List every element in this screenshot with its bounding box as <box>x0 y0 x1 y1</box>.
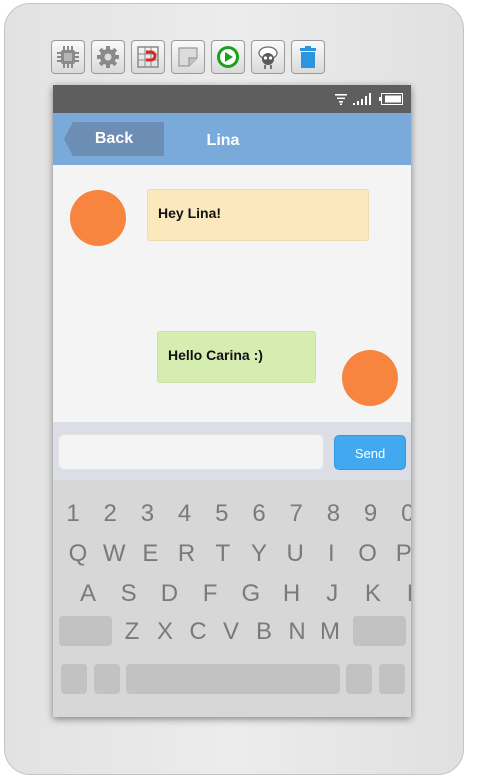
key-a[interactable]: A <box>73 580 103 608</box>
backspace-key[interactable] <box>353 616 406 646</box>
chip-icon[interactable] <box>51 40 85 74</box>
gear-icon[interactable] <box>91 40 125 74</box>
key-r[interactable]: R <box>172 540 202 568</box>
wifi-icon <box>335 92 347 110</box>
keyboard-row-numbers: 1234567890 <box>53 500 411 528</box>
symbols-key[interactable] <box>61 664 87 694</box>
keyboard: 1234567890 QWERTYUIOP ASDFGHJKL ZXCVBNM <box>53 480 411 717</box>
key-y[interactable]: Y <box>244 540 274 568</box>
message-text: Hey Lina! <box>158 205 222 221</box>
key-g[interactable]: G <box>236 580 266 608</box>
composer-bar: Send <box>53 422 411 480</box>
trash-icon[interactable] <box>291 40 325 74</box>
key-k[interactable]: K <box>358 580 388 608</box>
key-q[interactable]: Q <box>63 540 93 568</box>
key-t[interactable]: T <box>208 540 238 568</box>
back-button-label: Back <box>94 130 134 147</box>
key-j[interactable]: J <box>317 580 347 608</box>
back-button[interactable]: Back <box>64 122 164 156</box>
key-9[interactable]: 9 <box>356 500 386 528</box>
key-f[interactable]: F <box>195 580 225 608</box>
key-v[interactable]: V <box>216 618 246 646</box>
signal-icon <box>353 92 373 110</box>
key-s[interactable]: S <box>114 580 144 608</box>
key-z[interactable]: Z <box>117 618 147 646</box>
key-c[interactable]: C <box>183 618 213 646</box>
message-outgoing: Hello Carina :) <box>157 331 316 383</box>
message-text: Hello Carina :) <box>168 347 263 363</box>
key-l[interactable]: L <box>399 580 411 608</box>
key-5[interactable]: 5 <box>207 500 237 528</box>
key-h[interactable]: H <box>277 580 307 608</box>
avatar-carina <box>342 350 398 406</box>
key-3[interactable]: 3 <box>132 500 162 528</box>
send-button[interactable]: Send <box>334 435 406 470</box>
key-o[interactable]: O <box>353 540 383 568</box>
key-w[interactable]: W <box>99 540 129 568</box>
message-incoming: Hey Lina! <box>147 189 369 241</box>
emoji-key[interactable] <box>94 664 120 694</box>
key-m[interactable]: M <box>315 618 345 646</box>
key-2[interactable]: 2 <box>95 500 125 528</box>
space-key[interactable] <box>126 664 340 694</box>
message-input[interactable] <box>58 434 324 470</box>
chat-title: Lina <box>206 132 240 149</box>
phone-screen: Back Lina Hey Lina! Hello Carina :) Send… <box>53 85 411 717</box>
key-n[interactable]: N <box>282 618 312 646</box>
key-i[interactable]: I <box>316 540 346 568</box>
shift-key[interactable] <box>59 616 112 646</box>
battery-icon <box>379 92 403 110</box>
key-b[interactable]: B <box>249 618 279 646</box>
key-6[interactable]: 6 <box>244 500 274 528</box>
key-x[interactable]: X <box>150 618 180 646</box>
keyboard-row-asdf: ASDFGHJKL <box>53 580 411 608</box>
key-1[interactable]: 1 <box>58 500 88 528</box>
toolbar <box>51 40 325 74</box>
key-4[interactable]: 4 <box>170 500 200 528</box>
key-8[interactable]: 8 <box>318 500 348 528</box>
status-bar <box>53 85 411 113</box>
sheep-icon[interactable] <box>251 40 285 74</box>
keyboard-row-qwerty: QWERTYUIOP <box>53 540 411 568</box>
nav-bar: Back Lina <box>53 113 411 165</box>
return-key[interactable] <box>379 664 405 694</box>
period-key[interactable] <box>346 664 372 694</box>
play-icon[interactable] <box>211 40 245 74</box>
page-corner-icon[interactable] <box>171 40 205 74</box>
key-7[interactable]: 7 <box>281 500 311 528</box>
chat-area: Hey Lina! Hello Carina :) <box>53 165 411 422</box>
key-0[interactable]: 0 <box>393 500 411 528</box>
avatar-lina <box>70 190 126 246</box>
key-u[interactable]: U <box>280 540 310 568</box>
key-p[interactable]: P <box>389 540 411 568</box>
key-d[interactable]: D <box>154 580 184 608</box>
key-e[interactable]: E <box>135 540 165 568</box>
magnet-grid-icon[interactable] <box>131 40 165 74</box>
